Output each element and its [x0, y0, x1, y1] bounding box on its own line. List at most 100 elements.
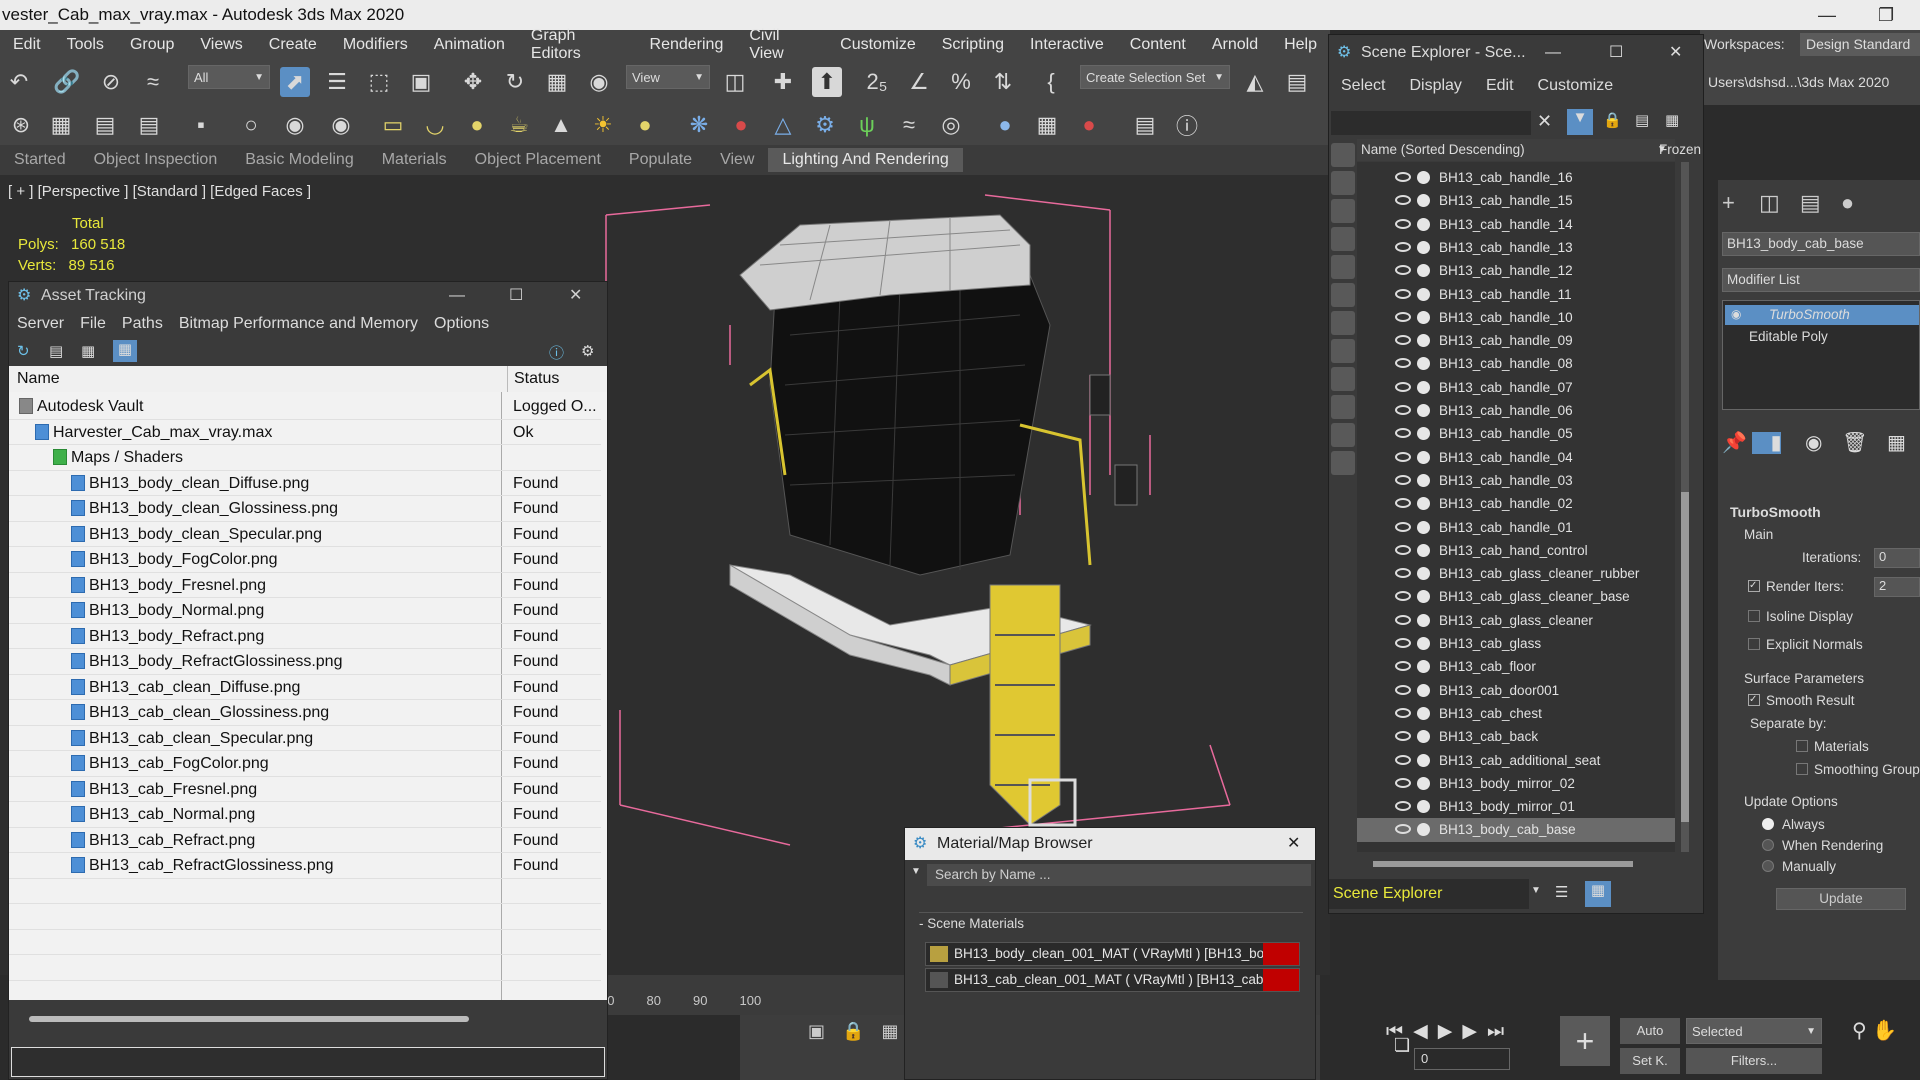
asset-row[interactable]: BH13_cab_clean_Diffuse.png Found [9, 675, 601, 700]
options-icon[interactable]: ⚙ [581, 342, 594, 360]
render-iters-checkbox[interactable]: ✓ [1748, 580, 1760, 592]
menu-help[interactable]: Help [1271, 36, 1330, 54]
bones-filter-icon[interactable] [1331, 367, 1355, 391]
visibility-eye-icon[interactable] [1395, 381, 1411, 392]
scene-object-row[interactable]: BH13_cab_handle_04 [1357, 446, 1675, 469]
scale-icon[interactable]: ▦ [542, 67, 572, 97]
hair-icon[interactable]: ≈ [894, 110, 924, 140]
asset-row[interactable]: BH13_body_Fresnel.png Found [9, 573, 601, 598]
asset-row[interactable]: BH13_cab_clean_Specular.png Found [9, 726, 601, 751]
ribbon-tab-view[interactable]: View [706, 151, 768, 169]
create-tab-icon[interactable]: + [1722, 190, 1735, 215]
particle-icon[interactable]: ❋ [684, 110, 714, 140]
keyboard-shortcut-icon[interactable]: ⬆ [812, 67, 842, 97]
name-column-header[interactable]: Name (Sorted Descending) [1357, 142, 1525, 157]
visibility-eye-icon[interactable] [1395, 241, 1411, 252]
explicit-normals-checkbox[interactable] [1748, 638, 1760, 650]
render-toggle-icon[interactable] [1417, 171, 1430, 184]
spinner-snap-icon[interactable]: ⇅ [988, 67, 1018, 97]
visibility-eye-icon[interactable] [1395, 311, 1411, 322]
scene-object-row[interactable]: BH13_body_cab_base [1357, 818, 1675, 842]
scene-object-row[interactable]: BH13_cab_handle_06 [1357, 399, 1675, 422]
selection-filter-dropdown[interactable]: All ▼ [188, 65, 270, 89]
render-toggle-icon[interactable] [1417, 590, 1430, 604]
containers-filter-icon[interactable] [1331, 395, 1355, 419]
groups-filter-icon[interactable] [1331, 311, 1355, 335]
turbosmooth-rollout[interactable]: TurboSmooth [1730, 504, 1821, 520]
asset-menu-paths[interactable]: Paths [114, 315, 171, 333]
iterations-spinner[interactable]: 0 [1874, 548, 1920, 568]
sphere-half-icon[interactable]: ◡ [420, 110, 450, 140]
visibility-eye-icon[interactable] [1395, 707, 1411, 718]
pan-icon[interactable]: ✋ [1872, 1020, 1897, 1042]
scene-object-row[interactable]: BH13_cab_glass [1357, 632, 1675, 655]
grass-icon[interactable]: ψ [852, 110, 882, 140]
render-toggle-icon[interactable] [1417, 450, 1430, 464]
scene-object-row[interactable]: BH13_cab_chest [1357, 702, 1675, 725]
mirror-icon[interactable]: ◭ [1240, 67, 1270, 97]
ribbon-tab-object-placement[interactable]: Object Placement [461, 151, 615, 169]
scene-object-row[interactable]: BH13_cab_handle_12 [1357, 259, 1675, 282]
visibility-eye-icon[interactable] [1395, 521, 1411, 532]
filter-icon[interactable]: ▼ [1567, 109, 1593, 135]
visibility-eye-icon[interactable] [1395, 661, 1411, 672]
window-crossing-icon[interactable]: ▣ [406, 67, 436, 97]
scene-object-row[interactable]: BH13_cab_additional_seat [1357, 749, 1675, 772]
maximize-icon[interactable]: ☐ [509, 282, 523, 310]
render-toggle-icon[interactable] [1417, 240, 1430, 254]
render-setup-icon[interactable]: ◉ [280, 110, 310, 140]
menu-arnold[interactable]: Arnold [1199, 36, 1271, 54]
render-toggle-icon[interactable] [1417, 800, 1430, 814]
spacewarps-filter-icon[interactable] [1331, 283, 1355, 307]
help-icon[interactable]: ⓘ [1172, 110, 1202, 140]
snap-toggle-icon[interactable]: 2₅ [862, 67, 892, 97]
scene-object-row[interactable]: BH13_cab_handle_09 [1357, 329, 1675, 352]
render-iters-spinner[interactable]: 2 [1874, 577, 1920, 597]
close-icon[interactable]: ✕ [569, 282, 582, 310]
asset-path-field[interactable] [11, 1047, 605, 1077]
thumbnail-view-icon[interactable]: ▦ [81, 342, 95, 360]
minimize-icon[interactable]: — [1545, 35, 1561, 71]
delete-modifier-icon[interactable]: 🗑 [1828, 432, 1867, 454]
go-to-start-icon[interactable]: ⏮ [1386, 1021, 1413, 1042]
visibility-eye-icon[interactable] [1395, 218, 1411, 229]
render-toggle-icon[interactable] [1417, 730, 1430, 744]
reference-coordinate-dropdown[interactable]: View ▼ [626, 65, 710, 89]
lock-icon[interactable]: 🔒 [1603, 111, 1622, 129]
hierarchy-icon[interactable]: ▤ [1635, 111, 1649, 129]
visibility-eye-icon[interactable] [1395, 731, 1411, 742]
create-selection-set-dropdown[interactable]: Create Selection Set ▼ [1080, 65, 1230, 89]
scene-object-row[interactable]: BH13_cab_handle_02 [1357, 492, 1675, 515]
scene-object-row[interactable]: BH13_cab_handle_08 [1357, 352, 1675, 375]
menu-scripting[interactable]: Scripting [929, 36, 1017, 54]
render-toggle-icon[interactable] [1417, 637, 1430, 650]
close-icon[interactable]: ✕ [1287, 828, 1300, 860]
asset-menu-bitmap-performance-and-memory[interactable]: Bitmap Performance and Memory [171, 315, 426, 333]
render-toggle-icon[interactable] [1417, 660, 1430, 674]
select-manipulate-icon[interactable]: ✚ [768, 67, 798, 97]
visibility-eye-icon[interactable] [1395, 172, 1411, 182]
edit-named-selection-icon[interactable]: { [1036, 67, 1066, 97]
project-path[interactable]: Users\dshsd...\3ds Max 2020 [1704, 59, 1920, 105]
menu-customize[interactable]: Customize [827, 36, 929, 54]
visibility-eye-icon[interactable] [1395, 195, 1411, 206]
visibility-eye-icon[interactable] [1395, 614, 1411, 625]
sun-light-icon[interactable]: ☀ [588, 110, 618, 140]
play-icon[interactable]: ▶ [1438, 1021, 1463, 1042]
key-filter-dropdown[interactable]: Selected ▼ [1686, 1018, 1822, 1044]
scene-object-row[interactable]: BH13_cab_handle_14 [1357, 213, 1675, 236]
render-toggle-icon[interactable] [1417, 613, 1430, 627]
asset-menu-server[interactable]: Server [9, 315, 72, 333]
when-rendering-radio[interactable] [1762, 839, 1774, 851]
scene-menu-edit[interactable]: Edit [1474, 77, 1526, 95]
auto-key-button[interactable]: Auto [1620, 1018, 1680, 1044]
bind-spacewarp-icon[interactable]: ≈ [138, 67, 168, 97]
cone-light-icon[interactable]: ▲ [546, 110, 576, 140]
gear-icon[interactable]: ⚙ [810, 110, 840, 140]
scene-object-row[interactable]: BH13_body_mirror_02 [1357, 772, 1675, 795]
menu-tools[interactable]: Tools [54, 36, 117, 54]
eye-icon[interactable]: ◉ [1731, 307, 1741, 321]
update-button[interactable]: Update [1776, 888, 1906, 910]
link-icon[interactable]: 🔗 [52, 67, 82, 97]
rotate-icon[interactable]: ↻ [500, 67, 530, 97]
